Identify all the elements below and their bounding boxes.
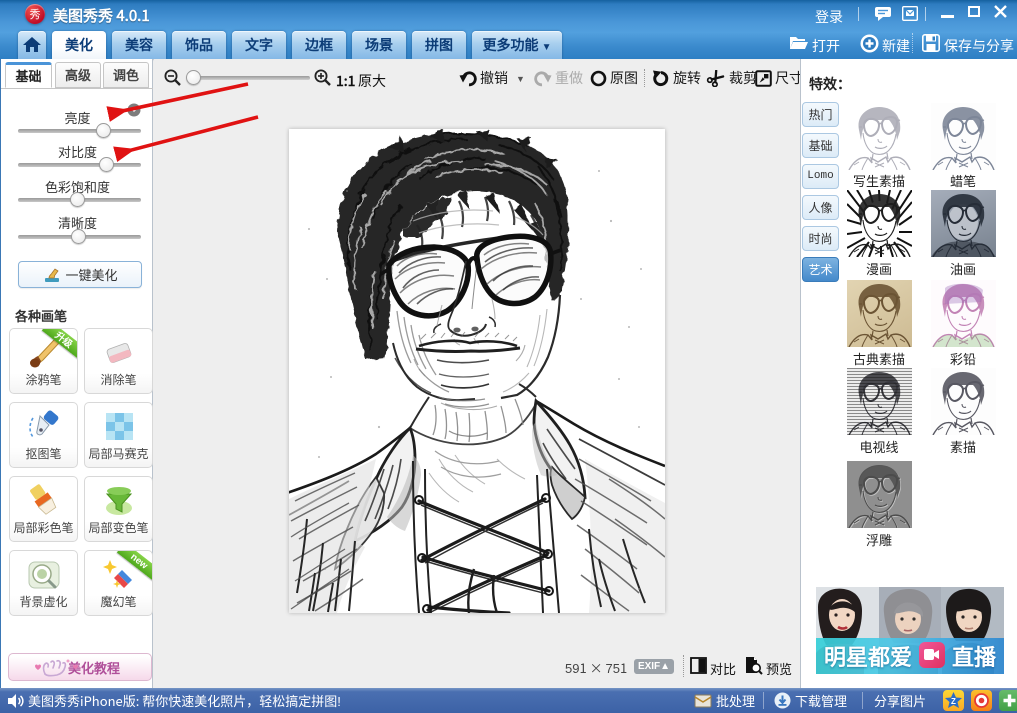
svg-text:Z: Z [951,696,956,707]
